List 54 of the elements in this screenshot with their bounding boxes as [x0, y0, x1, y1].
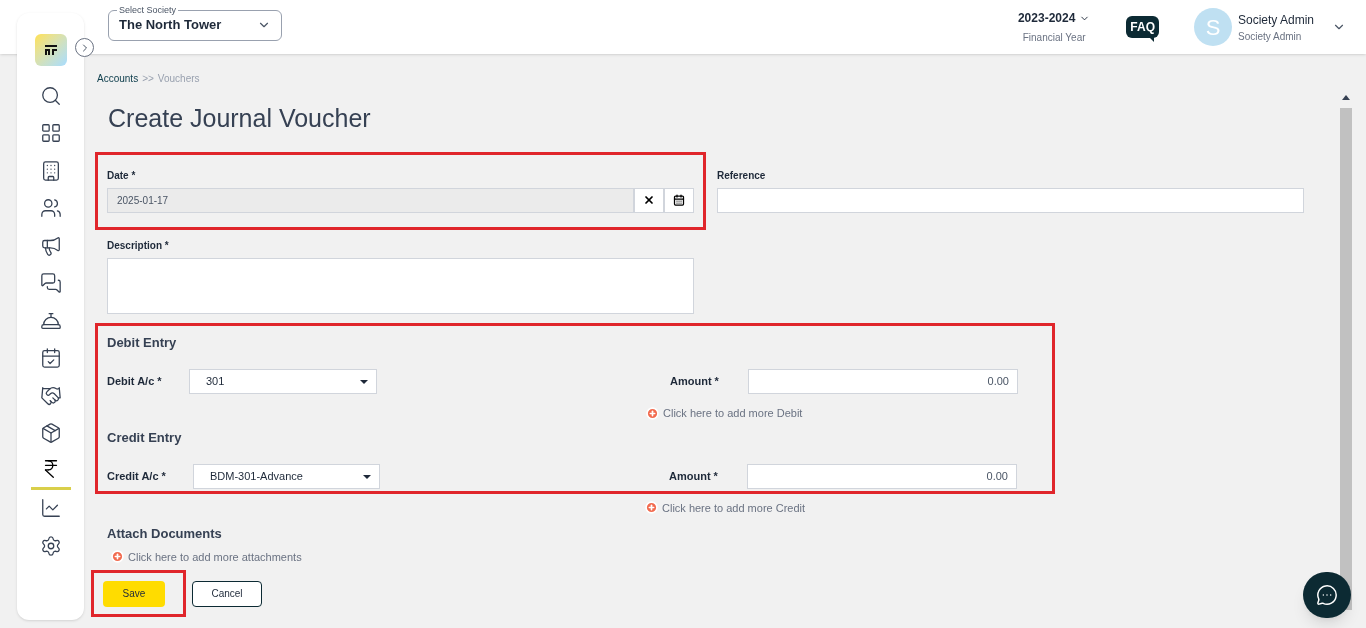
box-icon — [39, 422, 62, 445]
close-icon — [643, 194, 655, 206]
field-label: Description * — [107, 238, 170, 253]
year-select[interactable]: 2023-2024 — [1017, 9, 1091, 27]
account-select[interactable]: 301 — [189, 369, 377, 394]
dropdown-caret-icon — [360, 379, 368, 384]
add-icon — [645, 501, 658, 515]
add-icon — [646, 406, 659, 420]
add-link[interactable]: Click here to add more attachments — [128, 548, 302, 565]
amount-field[interactable]: 0.00 — [748, 369, 1018, 394]
save-button[interactable]: Save — [103, 580, 165, 607]
search-icon — [39, 84, 62, 107]
dashboard-icon — [39, 122, 62, 145]
user-name: Society Admin — [1238, 11, 1316, 29]
chat-icon — [39, 272, 62, 295]
scrollbar[interactable] — [1340, 95, 1352, 610]
account-select[interactable]: BDM-301-Advance — [193, 464, 380, 489]
section-heading: Attach Documents — [107, 525, 223, 543]
field-label: Date * — [107, 168, 137, 183]
date-field[interactable]: 2025-01-17 — [107, 187, 634, 213]
handshake-icon — [39, 384, 62, 407]
field-label: Amount * — [670, 374, 720, 390]
financial-year-label: Financial Year — [1022, 31, 1086, 45]
cancel-button[interactable]: Cancel — [192, 580, 262, 607]
description-field[interactable] — [107, 257, 694, 314]
page-title: Create Journal Voucher — [108, 103, 372, 134]
add-icon — [111, 550, 124, 564]
breadcrumb-link[interactable]: Accounts — [97, 71, 139, 86]
reference-field[interactable] — [717, 187, 1304, 213]
chat-icon — [1316, 584, 1338, 606]
megaphone-icon — [39, 234, 62, 257]
breadcrumb-separator: >> — [142, 72, 154, 86]
section-heading: Debit Entry — [107, 333, 178, 352]
calendar-button[interactable] — [664, 187, 694, 213]
field-label: Amount * — [669, 469, 719, 485]
calendar-icon — [39, 347, 62, 370]
calendar-icon — [673, 194, 685, 206]
section-heading: Credit Entry — [107, 428, 183, 447]
chart-icon — [39, 497, 62, 520]
clear-button[interactable] — [634, 187, 664, 213]
user-role: Society Admin — [1238, 29, 1303, 44]
chat-button[interactable] — [1303, 572, 1351, 618]
floating-label: Select Society — [117, 3, 179, 16]
dropdown-caret-icon — [363, 474, 371, 479]
breadcrumb-current: Vouchers — [157, 72, 200, 86]
people-icon — [39, 197, 62, 220]
amount-field[interactable]: 0.00 — [747, 464, 1017, 489]
field-label: Credit A/c * — [107, 469, 167, 485]
add-link[interactable]: Click here to add more Debit — [663, 405, 803, 422]
settings-icon — [39, 534, 62, 557]
field-label: Debit A/c * — [107, 374, 163, 390]
add-link[interactable]: Click here to add more Credit — [662, 499, 806, 516]
field-label: Reference — [717, 168, 767, 183]
app-logo — [34, 34, 67, 66]
